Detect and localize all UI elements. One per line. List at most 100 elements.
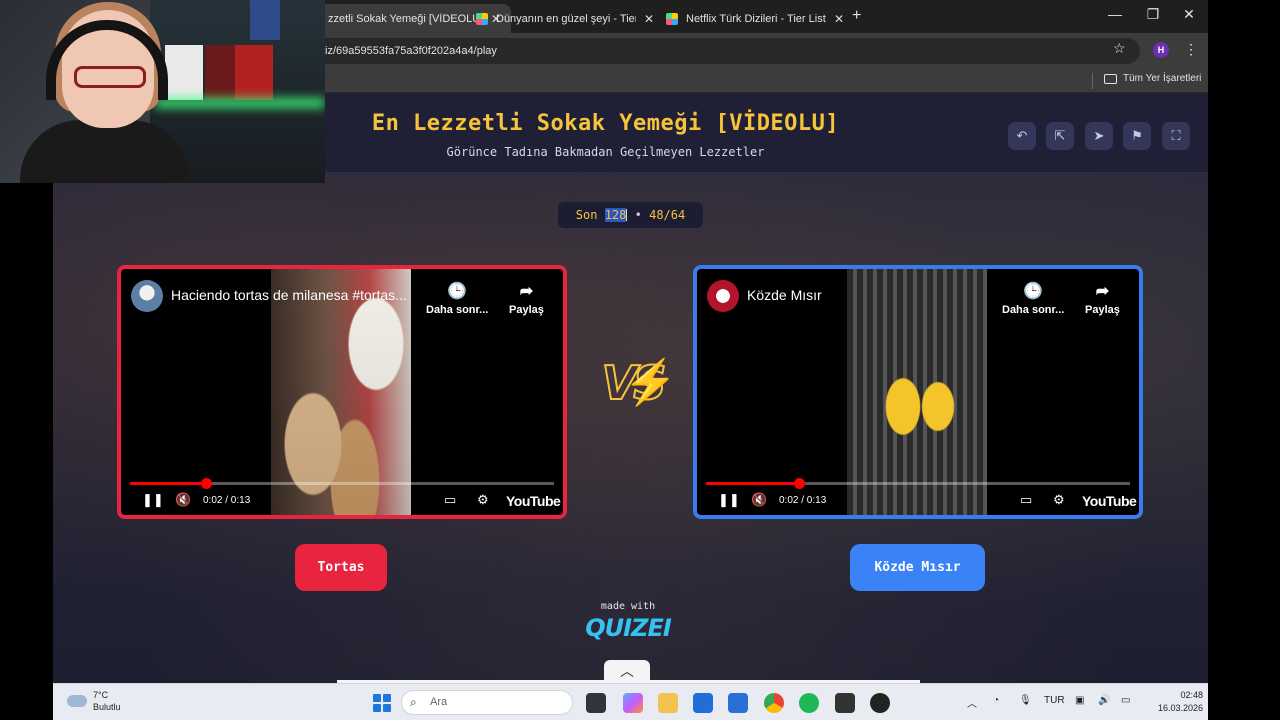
spotify-icon[interactable] [799,693,819,713]
video-progress-bar[interactable] [130,478,554,489]
fullscreen-button[interactable]: ⛶ [1162,122,1190,150]
close-window-icon[interactable]: ✕ [1174,6,1204,23]
round-label: Son [575,208,598,222]
text-cursor [626,209,628,221]
tab-close-icon[interactable]: ✕ [834,12,844,26]
settings-gear-icon[interactable]: ⚙ [1053,492,1065,508]
mute-icon[interactable]: 🔇 [175,492,191,508]
start-tile [373,694,381,702]
pause-icon[interactable]: ❚❚ [142,492,164,508]
share-label: Paylaş [509,304,544,316]
watch-later-button[interactable]: 🕒 Daha sonr... [426,281,488,316]
profile-avatar[interactable]: H [1153,42,1169,58]
video-progress-bar[interactable] [706,478,1130,489]
mic-icon[interactable]: 🎙 [1019,695,1032,706]
video-card-right[interactable]: Közde Mısır 🕒 Daha sonr... ➦ Paylaş ❚❚ 🔇… [693,265,1143,519]
obs-icon[interactable] [835,693,855,713]
mute-icon[interactable]: 🔇 [751,492,767,508]
network-icon[interactable]: ◔ [993,695,999,706]
progress-knob[interactable] [794,478,806,489]
chrome-icon[interactable] [764,693,784,713]
subtitles-icon[interactable]: ▭ [1020,492,1032,508]
wall-poster [250,0,280,40]
app-icon[interactable] [870,693,890,713]
report-button[interactable]: ⚑ [1123,122,1151,150]
youtube-logo[interactable]: YouTube [506,493,561,509]
vote-left-button[interactable]: Tortas [295,544,387,591]
copilot-icon[interactable] [623,693,643,713]
battery-icon[interactable]: ▭ [1121,695,1130,706]
screen: zzetli Sokak Yemeği [VİDEOLU] ✕ Dünyanın… [0,0,1280,720]
folder-icon [1104,73,1117,84]
share-icon: ⇱ [1054,128,1066,143]
fullscreen-icon: ⛶ [1171,128,1181,143]
tray-chevron-icon[interactable]: ︿ [967,695,977,710]
tab-dunyanin[interactable]: Dünyanın en güzel şeyi - Tier List ✕ [466,4,664,33]
maximize-icon[interactable]: ❐ [1138,6,1168,23]
speaker-icon[interactable]: 🔊 [1098,695,1110,706]
file-explorer-icon[interactable] [658,693,678,713]
glasses [74,66,146,88]
cloud-icon [67,695,87,707]
bookmark-star-icon[interactable]: ☆ [1113,40,1126,57]
channel-avatar[interactable] [707,280,739,312]
clock-icon: 🕒 [447,283,468,300]
progress-knob[interactable] [201,478,213,489]
video-title[interactable]: Közde Mısır [747,287,999,303]
share-button[interactable]: ⇱ [1046,122,1074,150]
video-time: 0:02 / 0:13 [203,495,251,506]
made-with-label: made with [600,601,656,612]
settings-gear-icon[interactable]: ⚙ [477,492,489,508]
taskbar-search[interactable]: ⌕ Ara [401,690,573,715]
new-tab-icon[interactable]: + [852,7,861,25]
menu-kebab-icon[interactable]: ⋮ [1184,41,1198,58]
mail-icon[interactable] [728,693,748,713]
language-indicator[interactable]: TUR [1044,695,1065,706]
search-icon: ⌕ [410,695,417,709]
tab-netflix[interactable]: Netflix Türk Dizileri - Tier List | ... … [656,4,854,33]
clock-time: 02:48 [1180,690,1203,700]
address-bar[interactable]: iz/69a59553fa75a3f0f202a4a4/play [300,38,1140,64]
share-video-button[interactable]: ➦ Paylaş [1085,281,1120,316]
store-icon[interactable] [693,693,713,713]
pause-icon[interactable]: ❚❚ [718,492,740,508]
wall-poster [205,45,235,100]
bookmarks-separator [1092,73,1093,89]
video-title[interactable]: Haciendo tortas de milanesa #tortas... [171,287,423,303]
webcam-overlay [0,0,325,183]
weather-widget[interactable]: 7°C Bulutlu [67,689,121,713]
all-bookmarks-label: Tüm Yer İşaretleri [1123,73,1202,84]
watch-later-label: Daha sonr... [426,304,489,316]
quizei-logo[interactable]: QUIZEI [583,614,673,642]
tab-close-icon[interactable]: ✕ [644,12,654,26]
video-card-left[interactable]: Haciendo tortas de milanesa #tortas... 🕒… [117,265,567,519]
watch-later-label: Daha sonr... [1002,304,1065,316]
share-arrow-icon: ➦ [519,283,534,300]
start-tile [383,704,391,712]
tab-favicon-icon [666,12,678,25]
lightning-bolt-icon: ⚡ [623,358,678,407]
progress-fill [706,482,800,485]
subtitles-icon[interactable]: ▭ [444,492,456,508]
share-video-button[interactable]: ➦ Paylaş [509,281,544,316]
undo-icon: ↶ [1016,128,1028,143]
round-progress: 48/64 [649,208,686,222]
channel-avatar[interactable] [131,280,163,312]
taskbar-clock[interactable]: 02:48 16.03.2026 [1158,689,1203,715]
task-view-icon[interactable] [586,693,606,713]
vote-right-button[interactable]: Közde Mısır [850,544,985,591]
round-selected: 128 [604,208,627,222]
round-separator: • [634,208,642,222]
start-button[interactable] [373,694,391,712]
start-tile [383,694,391,702]
tab-label: Dünyanın en güzel şeyi - Tier List [496,12,636,25]
chevron-up-icon: ︿ [620,663,634,679]
watch-later-button[interactable]: 🕒 Daha sonr... [1002,281,1064,316]
display-icon[interactable]: ▣ [1075,695,1084,706]
undo-button[interactable]: ↶ [1008,122,1036,150]
all-bookmarks-folder[interactable]: Tüm Yer İşaretleri [1104,73,1201,84]
youtube-logo[interactable]: YouTube [1082,493,1137,509]
wall-poster [165,45,203,100]
minimize-icon[interactable]: — [1100,6,1130,22]
send-button[interactable]: ➤ [1085,122,1113,150]
